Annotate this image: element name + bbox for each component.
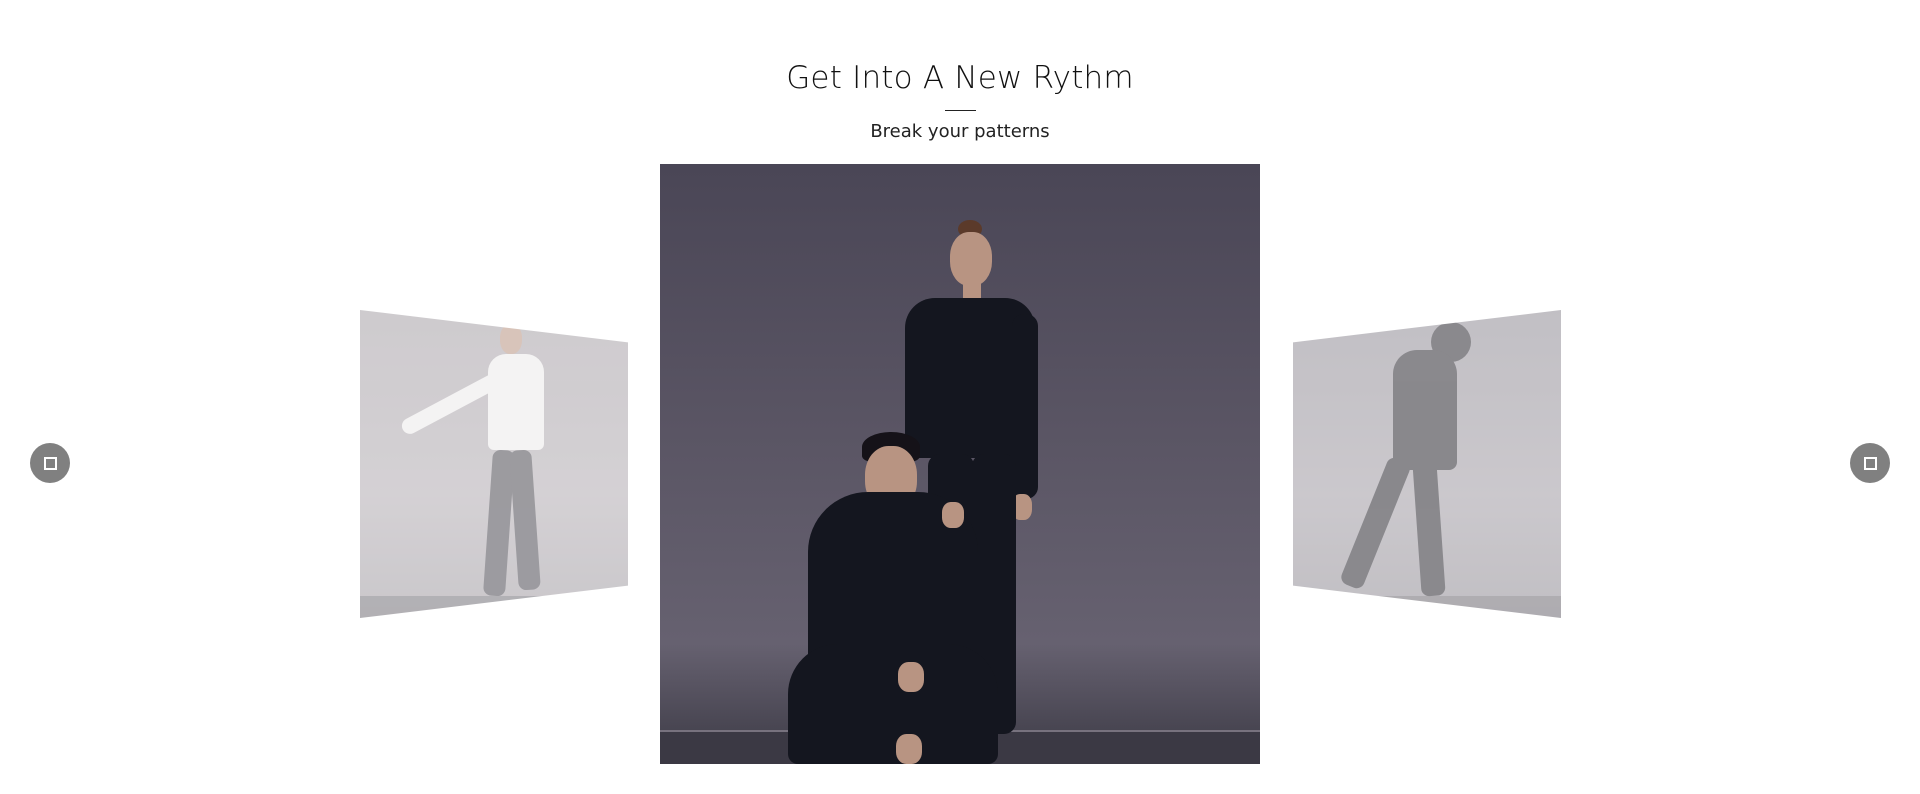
square-prev-icon xyxy=(44,457,57,470)
figure-hand xyxy=(898,662,924,692)
figure-torso xyxy=(488,354,544,450)
carousel-next-button[interactable] xyxy=(1850,443,1890,483)
section-title: Get Into A New Rythm xyxy=(786,60,1134,96)
figure-hand xyxy=(896,734,922,764)
carousel-slide-current[interactable] xyxy=(660,164,1260,764)
figure-torso xyxy=(1393,350,1457,470)
slide-floor xyxy=(1293,596,1561,618)
figure-head xyxy=(500,324,522,354)
figure-legs xyxy=(1412,459,1446,597)
carousel-slide-previous[interactable] xyxy=(360,310,628,618)
figure-legs xyxy=(788,644,998,764)
slide-floor xyxy=(360,596,628,618)
carousel-prev-button[interactable] xyxy=(30,443,70,483)
square-next-icon xyxy=(1864,457,1877,470)
figure-head xyxy=(950,232,992,286)
section-subtitle: Break your patterns xyxy=(870,121,1050,142)
figure-hand xyxy=(942,502,964,528)
title-divider xyxy=(945,110,976,111)
carousel-slide-next[interactable] xyxy=(1293,310,1561,618)
carousel-section: Get Into A New Rythm Break your patterns xyxy=(0,0,1920,794)
figure-legs xyxy=(1338,455,1413,591)
figure-legs xyxy=(509,449,541,591)
